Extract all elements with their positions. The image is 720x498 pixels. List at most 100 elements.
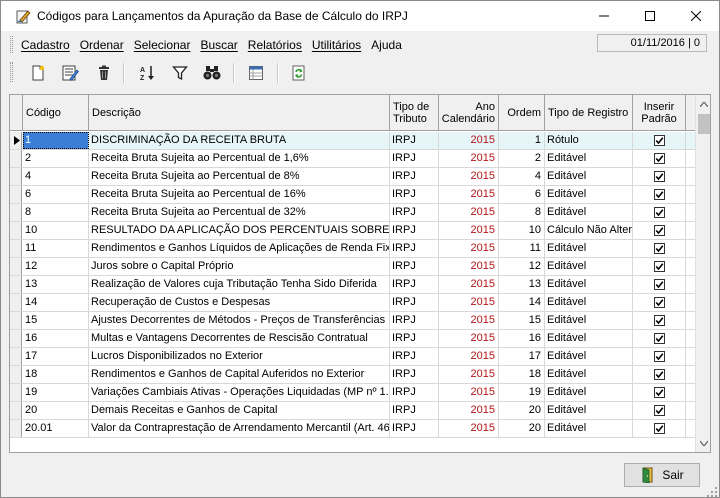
table-row[interactable]: 10 RESULTADO DA APLICAÇÃO DOS PERCENTUAIS… xyxy=(10,222,695,240)
cell-tipo-tributo[interactable]: IRPJ xyxy=(390,132,439,149)
checkbox-checked-icon[interactable] xyxy=(653,279,665,290)
cell-codigo[interactable]: 13 xyxy=(23,276,89,293)
cell-descricao[interactable]: Demais Receitas e Ganhos de Capital xyxy=(89,402,390,419)
cell-descricao[interactable]: Lucros Disponibilizados no Exterior xyxy=(89,348,390,365)
cell-ano-calendario[interactable]: 2015 xyxy=(439,294,499,311)
cell-tipo-tributo[interactable]: IRPJ xyxy=(390,348,439,365)
cell-ano-calendario[interactable]: 2015 xyxy=(439,186,499,203)
row-indicator[interactable] xyxy=(10,204,22,221)
cell-codigo[interactable]: 6 xyxy=(23,186,89,203)
cell-ano-calendario[interactable]: 2015 xyxy=(439,276,499,293)
cell-descricao[interactable]: Rendimentos e Ganhos de Capital Auferido… xyxy=(89,366,390,383)
cell-descricao[interactable]: RESULTADO DA APLICAÇÃO DOS PERCENTUAIS S… xyxy=(89,222,390,239)
table-row[interactable]: 20.01 Valor da Contraprestação de Arrenda… xyxy=(10,420,695,438)
filter-button[interactable] xyxy=(169,62,191,84)
cell-tipo-tributo[interactable]: IRPJ xyxy=(390,366,439,383)
table-row[interactable]: 14 Recuperação de Custos e Despesas IRPJ 20… xyxy=(10,294,695,312)
row-indicator[interactable] xyxy=(10,168,22,185)
cell-ano-calendario[interactable]: 2015 xyxy=(439,222,499,239)
cell-ano-calendario[interactable]: 2015 xyxy=(439,258,499,275)
cell-ano-calendario[interactable]: 2015 xyxy=(439,168,499,185)
row-indicator[interactable] xyxy=(10,276,22,293)
table-row[interactable]: 16 Multas e Vantagens Decorrentes de Resc… xyxy=(10,330,695,348)
row-indicator[interactable] xyxy=(10,294,22,311)
row-indicator[interactable] xyxy=(10,330,22,347)
cell-ordem[interactable]: 16 xyxy=(499,330,545,347)
cell-ordem[interactable]: 10 xyxy=(499,222,545,239)
checkbox-checked-icon[interactable] xyxy=(653,243,665,254)
table-row[interactable]: 15 Ajustes Decorrentes de Métodos - Preço… xyxy=(10,312,695,330)
row-indicator[interactable] xyxy=(10,222,22,239)
menu-ordenar[interactable]: Ordenar xyxy=(80,38,134,52)
cell-ordem[interactable]: 15 xyxy=(499,312,545,329)
table-row[interactable]: 19 Variações Cambiais Ativas - Operações … xyxy=(10,384,695,402)
new-button[interactable] xyxy=(27,62,49,84)
header-codigo[interactable]: Código xyxy=(23,95,89,131)
cell-tipo-registro[interactable]: Editável xyxy=(545,258,633,275)
vertical-scrollbar[interactable] xyxy=(695,95,710,452)
delete-button[interactable] xyxy=(93,62,115,84)
cell-ordem[interactable]: 6 xyxy=(499,186,545,203)
refresh-button[interactable] xyxy=(288,62,310,84)
checkbox-checked-icon[interactable] xyxy=(653,135,665,146)
cell-tipo-tributo[interactable]: IRPJ xyxy=(390,330,439,347)
cell-tipo-registro[interactable]: Editável xyxy=(545,294,633,311)
menu-utilitarios[interactable]: Utilitários xyxy=(312,38,371,52)
cell-tipo-registro[interactable]: Editável xyxy=(545,330,633,347)
cell-tipo-registro[interactable]: Editável xyxy=(545,420,633,437)
cell-tipo-tributo[interactable]: IRPJ xyxy=(390,294,439,311)
checkbox-checked-icon[interactable] xyxy=(653,297,665,308)
toolbar-grip[interactable] xyxy=(10,62,13,82)
cell-ano-calendario[interactable]: 2015 xyxy=(439,240,499,257)
checkbox-checked-icon[interactable] xyxy=(653,369,665,380)
cell-tipo-registro[interactable]: Editável xyxy=(545,240,633,257)
cell-ano-calendario[interactable]: 2015 xyxy=(439,312,499,329)
row-indicator[interactable] xyxy=(10,366,22,383)
cell-tipo-registro[interactable]: Editável xyxy=(545,168,633,185)
cell-codigo[interactable]: 17 xyxy=(23,348,89,365)
cell-descricao[interactable]: Ajustes Decorrentes de Métodos - Preços … xyxy=(89,312,390,329)
cell-tipo-tributo[interactable]: IRPJ xyxy=(390,222,439,239)
cell-descricao[interactable]: Receita Bruta Sujeita ao Percentual de 3… xyxy=(89,204,390,221)
header-tipo-tributo[interactable]: Tipo de Tributo xyxy=(390,95,439,131)
maximize-button[interactable] xyxy=(627,1,673,31)
row-indicator[interactable] xyxy=(10,150,22,167)
table-row[interactable]: 11 Rendimentos e Ganhos Líquidos de Aplic… xyxy=(10,240,695,258)
cell-ano-calendario[interactable]: 2015 xyxy=(439,420,499,437)
menu-selecionar[interactable]: Selecionar xyxy=(134,38,201,52)
cell-tipo-registro[interactable]: Editável xyxy=(545,312,633,329)
scroll-down-button[interactable] xyxy=(696,435,710,452)
scroll-up-button[interactable] xyxy=(696,96,710,113)
search-button[interactable] xyxy=(201,62,223,84)
table-row[interactable]: 6 Receita Bruta Sujeita ao Percentual de … xyxy=(10,186,695,204)
cell-codigo[interactable]: 4 xyxy=(23,168,89,185)
cell-tipo-tributo[interactable]: IRPJ xyxy=(390,204,439,221)
cell-ordem[interactable]: 12 xyxy=(499,258,545,275)
cell-codigo[interactable]: 10 xyxy=(23,222,89,239)
table-row[interactable]: 2 Receita Bruta Sujeita ao Percentual de … xyxy=(10,150,695,168)
cell-tipo-registro[interactable]: Editável xyxy=(545,186,633,203)
checkbox-checked-icon[interactable] xyxy=(653,405,665,416)
cell-descricao[interactable]: DISCRIMINAÇÃO DA RECEITA BRUTA xyxy=(89,132,390,149)
cell-ordem[interactable]: 13 xyxy=(499,276,545,293)
checkbox-checked-icon[interactable] xyxy=(653,207,665,218)
scroll-thumb[interactable] xyxy=(698,114,710,134)
cell-ordem[interactable]: 20 xyxy=(499,402,545,419)
cell-codigo[interactable]: 20 xyxy=(23,402,89,419)
cell-codigo[interactable]: 1 xyxy=(23,132,89,149)
cell-descricao[interactable]: Valor da Contraprestação de Arrendamento… xyxy=(89,420,390,437)
cell-descricao[interactable]: Juros sobre o Capital Próprio xyxy=(89,258,390,275)
layout-button[interactable] xyxy=(245,62,267,84)
row-indicator[interactable] xyxy=(10,384,22,401)
checkbox-checked-icon[interactable] xyxy=(653,423,665,434)
menu-grip[interactable] xyxy=(10,36,13,53)
cell-codigo[interactable]: 12 xyxy=(23,258,89,275)
cell-ordem[interactable]: 4 xyxy=(499,168,545,185)
cell-ordem[interactable]: 17 xyxy=(499,348,545,365)
cell-tipo-registro[interactable]: Editável xyxy=(545,348,633,365)
table-row[interactable]: 12 Juros sobre o Capital Próprio IRPJ 2015 1… xyxy=(10,258,695,276)
cell-ordem[interactable]: 1 xyxy=(499,132,545,149)
resize-grip-icon[interactable] xyxy=(707,487,717,497)
checkbox-checked-icon[interactable] xyxy=(653,387,665,398)
menu-cadastro[interactable]: Cadastro xyxy=(21,38,80,52)
